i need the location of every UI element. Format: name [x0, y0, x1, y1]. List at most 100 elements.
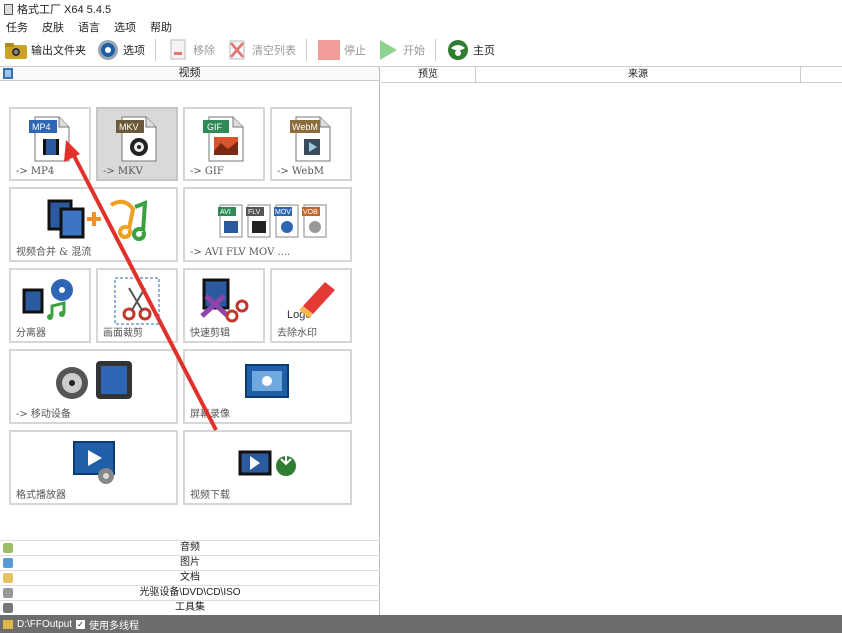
stop-button[interactable]: 停止: [317, 37, 366, 63]
section-toolbox-label: 工具集: [175, 602, 205, 613]
column-source[interactable]: 来源: [476, 67, 801, 82]
column-preview[interactable]: 预览: [381, 67, 476, 82]
screen-record-icon: [185, 357, 350, 407]
mp4-file-icon: MP4: [11, 115, 89, 163]
task-list-body[interactable]: [381, 83, 842, 613]
tile-gif-caption: -> GIF: [190, 166, 224, 177]
remove-label: 移除: [193, 45, 215, 57]
status-bar: D:\FFOutput ✓ 使用多线程: [0, 615, 842, 633]
svg-text:WebM: WebM: [292, 122, 318, 132]
tile-quickcut-caption: 快速剪辑: [190, 328, 230, 339]
remove-document-icon: [166, 39, 190, 61]
section-document-label: 文档: [180, 572, 200, 583]
tile-avi-flv-mov[interactable]: AVI FLV MOV VOB -> AVI FLV MOV ....: [183, 187, 352, 262]
clear-list-icon: [225, 39, 249, 61]
section-document[interactable]: 文档: [0, 570, 380, 585]
multithread-label: 使用多线程: [89, 620, 140, 632]
task-table-header: 预览 来源: [381, 66, 842, 83]
mkv-file-icon: MKV: [98, 115, 176, 163]
gear-icon: [96, 39, 120, 61]
column-extra[interactable]: [801, 67, 842, 82]
section-image[interactable]: 图片: [0, 555, 380, 570]
menu-help[interactable]: 帮助: [150, 19, 172, 35]
tile-mkv[interactable]: MKV -> MKV: [96, 107, 178, 181]
tile-player[interactable]: 格式播放器: [9, 430, 178, 505]
window-title: 格式工厂 X64 5.4.5: [17, 4, 112, 16]
options-button[interactable]: 选项: [96, 37, 145, 63]
webm-file-icon: WebM: [272, 115, 350, 163]
section-audio-label: 音频: [180, 542, 200, 553]
video-section-header[interactable]: 视频: [0, 66, 379, 81]
toolbar-separator: [435, 39, 436, 61]
folder-icon: [3, 619, 13, 629]
section-optical-drive[interactable]: 光驱设备\DVD\CD\ISO: [0, 585, 380, 600]
menu-options[interactable]: 选项: [114, 19, 136, 35]
svg-text:VOB: VOB: [303, 209, 318, 216]
title-bar: 格式工厂 X64 5.4.5: [0, 0, 842, 18]
output-folder-label: 输出文件夹: [31, 45, 86, 57]
category-sections: 音频 图片 文档 光驱设备\DVD\CD\ISO 工具集: [0, 540, 380, 615]
multithread-checkbox[interactable]: ✓: [76, 619, 86, 629]
menu-task[interactable]: 任务: [6, 19, 28, 35]
tile-gif[interactable]: GIF -> GIF: [183, 107, 265, 181]
svg-text:AVI: AVI: [220, 209, 231, 216]
tile-webm[interactable]: WebM -> WebM: [270, 107, 352, 181]
section-image-label: 图片: [180, 557, 200, 568]
player-icon: [11, 438, 176, 488]
tile-crop-caption: 画面裁剪: [103, 328, 143, 339]
start-label: 开始: [403, 45, 425, 57]
function-panel: 视频 MP4 -> MP4 MKV -> MKV GIF -> GIF WebM: [0, 66, 380, 615]
section-optical-drive-label: 光驱设备\DVD\CD\ISO: [139, 587, 241, 598]
menu-bar: 任务 皮肤 语言 选项 帮助: [0, 18, 172, 35]
audio-icon: [3, 543, 13, 553]
image-icon: [3, 558, 13, 568]
tile-player-caption: 格式播放器: [16, 490, 66, 501]
toolbox-icon: [3, 603, 13, 613]
tile-screen-record-caption: 屏幕录像: [190, 409, 230, 420]
clear-list-button[interactable]: 清空列表: [225, 37, 296, 63]
menu-skin[interactable]: 皮肤: [42, 19, 64, 35]
tile-merge-caption: 视频合并 & 混流: [16, 247, 92, 258]
remove-button[interactable]: 移除: [166, 37, 215, 63]
tile-multi-caption: -> AVI FLV MOV ....: [190, 247, 291, 258]
svg-text:GIF: GIF: [207, 122, 223, 132]
video-section-title: 视频: [178, 67, 201, 79]
output-path[interactable]: D:\FFOutput: [17, 619, 72, 630]
tile-download-caption: 视频下载: [190, 490, 230, 501]
tile-mp4[interactable]: MP4 -> MP4: [9, 107, 91, 181]
play-icon: [376, 39, 400, 61]
toolbar-separator: [306, 39, 307, 61]
app-icon: [4, 3, 13, 15]
options-label: 选项: [123, 45, 145, 57]
section-audio[interactable]: 音频: [0, 540, 380, 555]
tile-quickcut[interactable]: 快速剪辑: [183, 268, 265, 343]
tile-mobile[interactable]: -> 移动设备: [9, 349, 178, 424]
tile-watermark[interactable]: Logo 去除水印: [270, 268, 352, 343]
task-list-panel: 预览 来源: [381, 66, 842, 615]
clear-list-label: 清空列表: [252, 45, 296, 57]
tile-splitter[interactable]: 分离器: [9, 268, 91, 343]
menu-language[interactable]: 语言: [78, 19, 100, 35]
svg-text:MKV: MKV: [119, 122, 139, 132]
gif-file-icon: GIF: [185, 115, 263, 163]
tile-download[interactable]: 视频下载: [183, 430, 352, 505]
tile-crop[interactable]: 画面裁剪: [96, 268, 178, 343]
video-download-icon: [185, 438, 350, 488]
film-icon: [3, 68, 13, 79]
svg-text:FLV: FLV: [248, 209, 261, 216]
tile-mp4-caption: -> MP4: [16, 166, 55, 177]
home-button[interactable]: 主页: [446, 37, 495, 63]
output-folder-button[interactable]: 输出文件夹: [4, 37, 86, 63]
tile-merge[interactable]: 视频合并 & 混流: [9, 187, 178, 262]
start-button[interactable]: 开始: [376, 37, 425, 63]
mobile-device-icon: [11, 357, 176, 407]
disc-icon: [3, 588, 13, 598]
multi-format-icon: AVI FLV MOV VOB: [185, 195, 350, 245]
section-toolbox[interactable]: 工具集: [0, 600, 380, 615]
stop-label: 停止: [344, 45, 366, 57]
tile-mkv-caption: -> MKV: [103, 166, 143, 177]
svg-text:MP4: MP4: [32, 122, 51, 132]
toolbar: 输出文件夹 选项 移除 清空列表 停止 开始 主页: [0, 35, 842, 65]
svg-text:MOV: MOV: [275, 209, 291, 216]
tile-screen-record[interactable]: 屏幕录像: [183, 349, 352, 424]
